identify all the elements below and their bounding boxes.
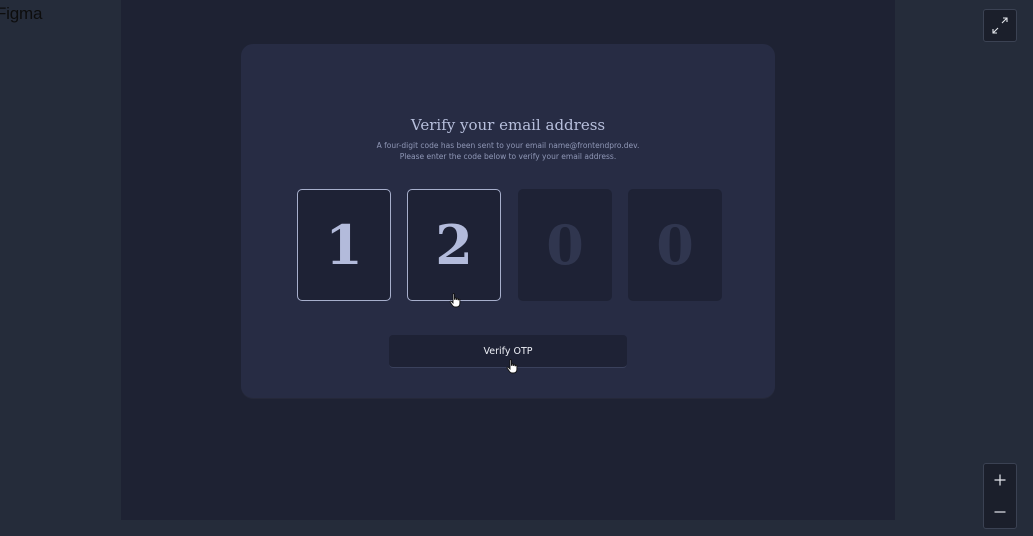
figma-logo-text: Figma	[0, 4, 43, 23]
prototype-viewer: Figma Verify your email address A four-d…	[0, 0, 1033, 536]
expand-icon	[992, 17, 1008, 34]
card-subtitle: A four-digit code has been sent to your …	[241, 140, 775, 162]
prototype-frame: Verify your email address A four-digit c…	[121, 0, 895, 520]
zoom-in-button[interactable]	[984, 464, 1016, 496]
expand-button[interactable]	[983, 9, 1017, 42]
otp-digit-2[interactable]: 2	[407, 189, 501, 301]
otp-digit-4[interactable]: 0	[628, 189, 722, 301]
otp-digit-3[interactable]: 0	[518, 189, 612, 301]
hand-cursor-icon	[449, 293, 461, 308]
otp-digit-1[interactable]: 1	[297, 189, 391, 301]
zoom-controls	[983, 463, 1017, 529]
subtitle-line-2: Please enter the code below to verify yo…	[399, 152, 617, 161]
minus-icon	[994, 511, 1006, 513]
card-title: Verify your email address	[410, 116, 606, 134]
plus-icon	[994, 474, 1006, 486]
verify-card: Verify your email address A four-digit c…	[241, 44, 775, 398]
subtitle-line-1: A four-digit code has been sent to your …	[376, 141, 640, 150]
hand-cursor-icon	[506, 359, 518, 374]
zoom-out-button[interactable]	[984, 496, 1016, 528]
